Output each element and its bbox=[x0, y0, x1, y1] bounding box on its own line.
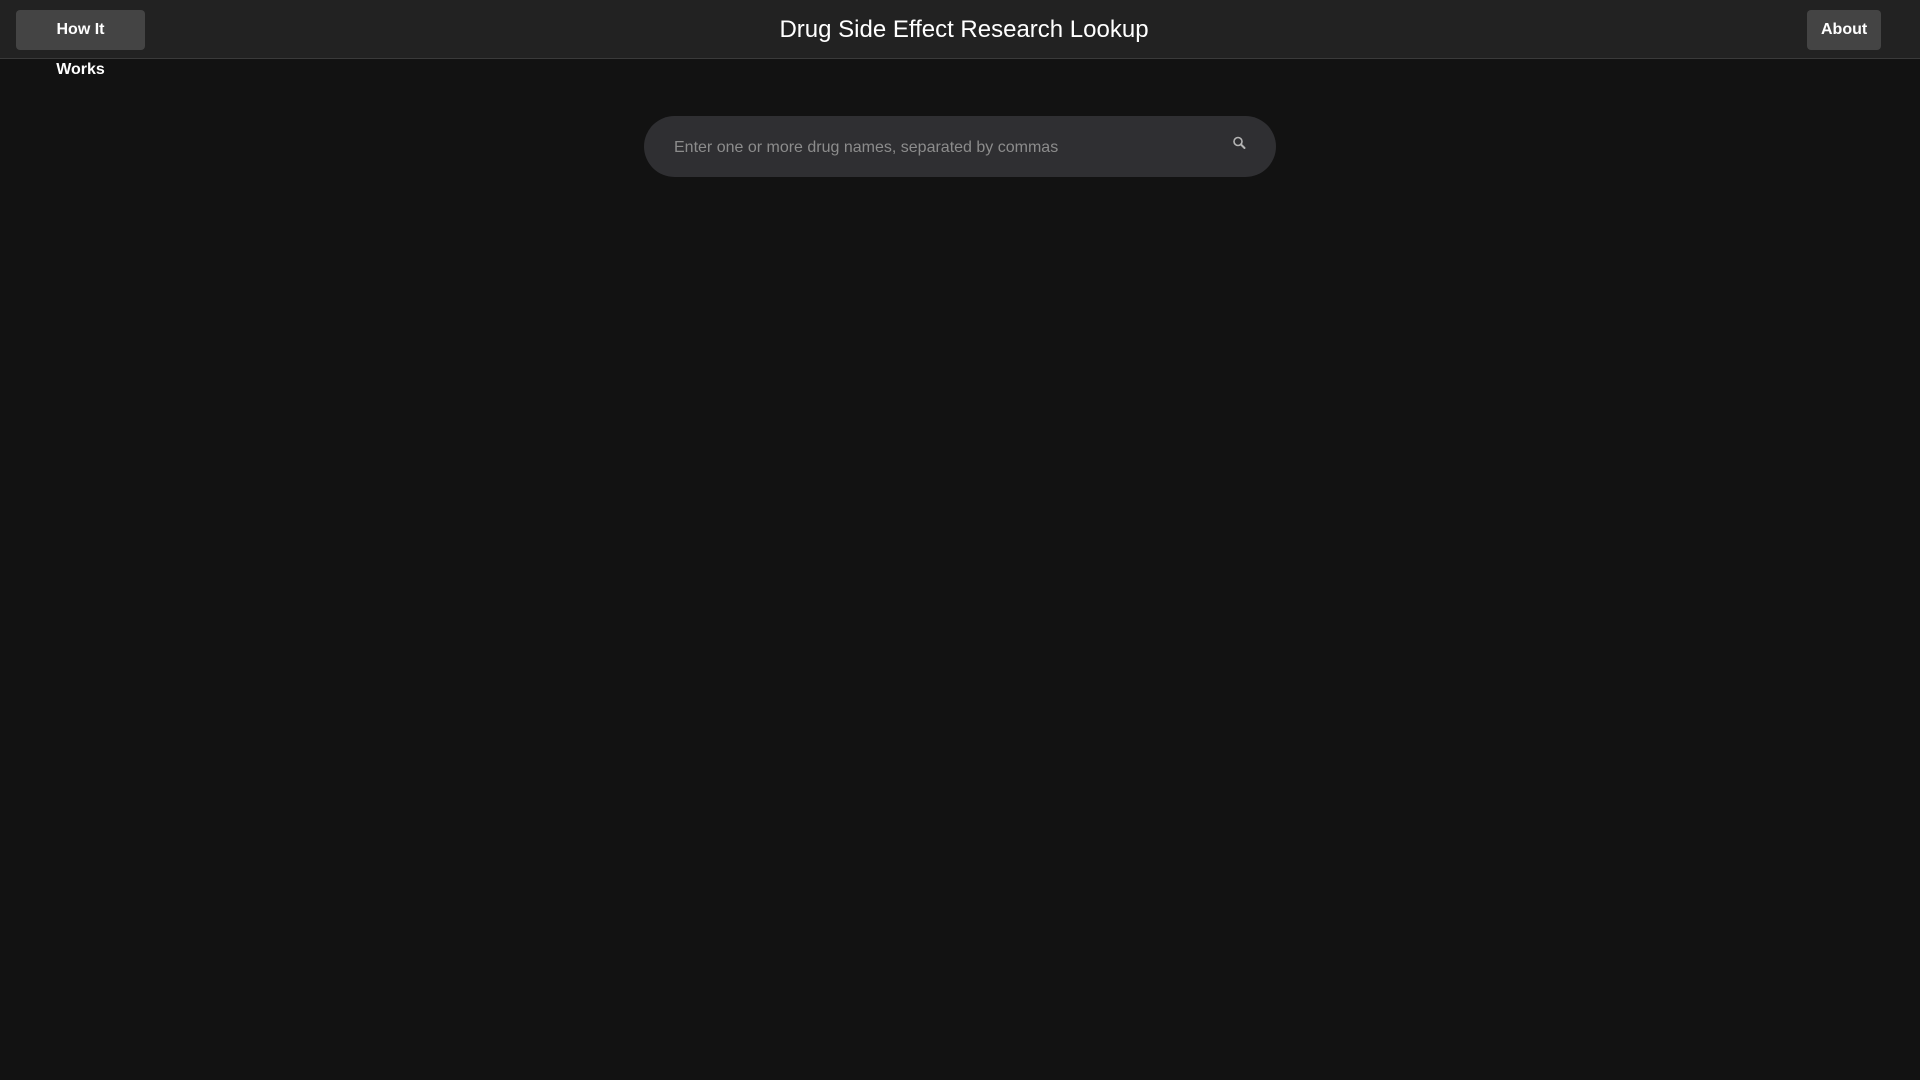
search-bar bbox=[644, 116, 1276, 179]
drug-search-input[interactable] bbox=[672, 116, 1216, 179]
how-it-works-button[interactable]: How It Works bbox=[16, 10, 145, 78]
page-title: Drug Side Effect Research Lookup bbox=[779, 16, 1149, 43]
about-button[interactable]: About bbox=[1807, 10, 1881, 50]
search-icon bbox=[1233, 136, 1246, 149]
search-button[interactable] bbox=[1228, 132, 1252, 156]
top-header: How It Works Drug Side Effect Research L… bbox=[0, 0, 1920, 78]
